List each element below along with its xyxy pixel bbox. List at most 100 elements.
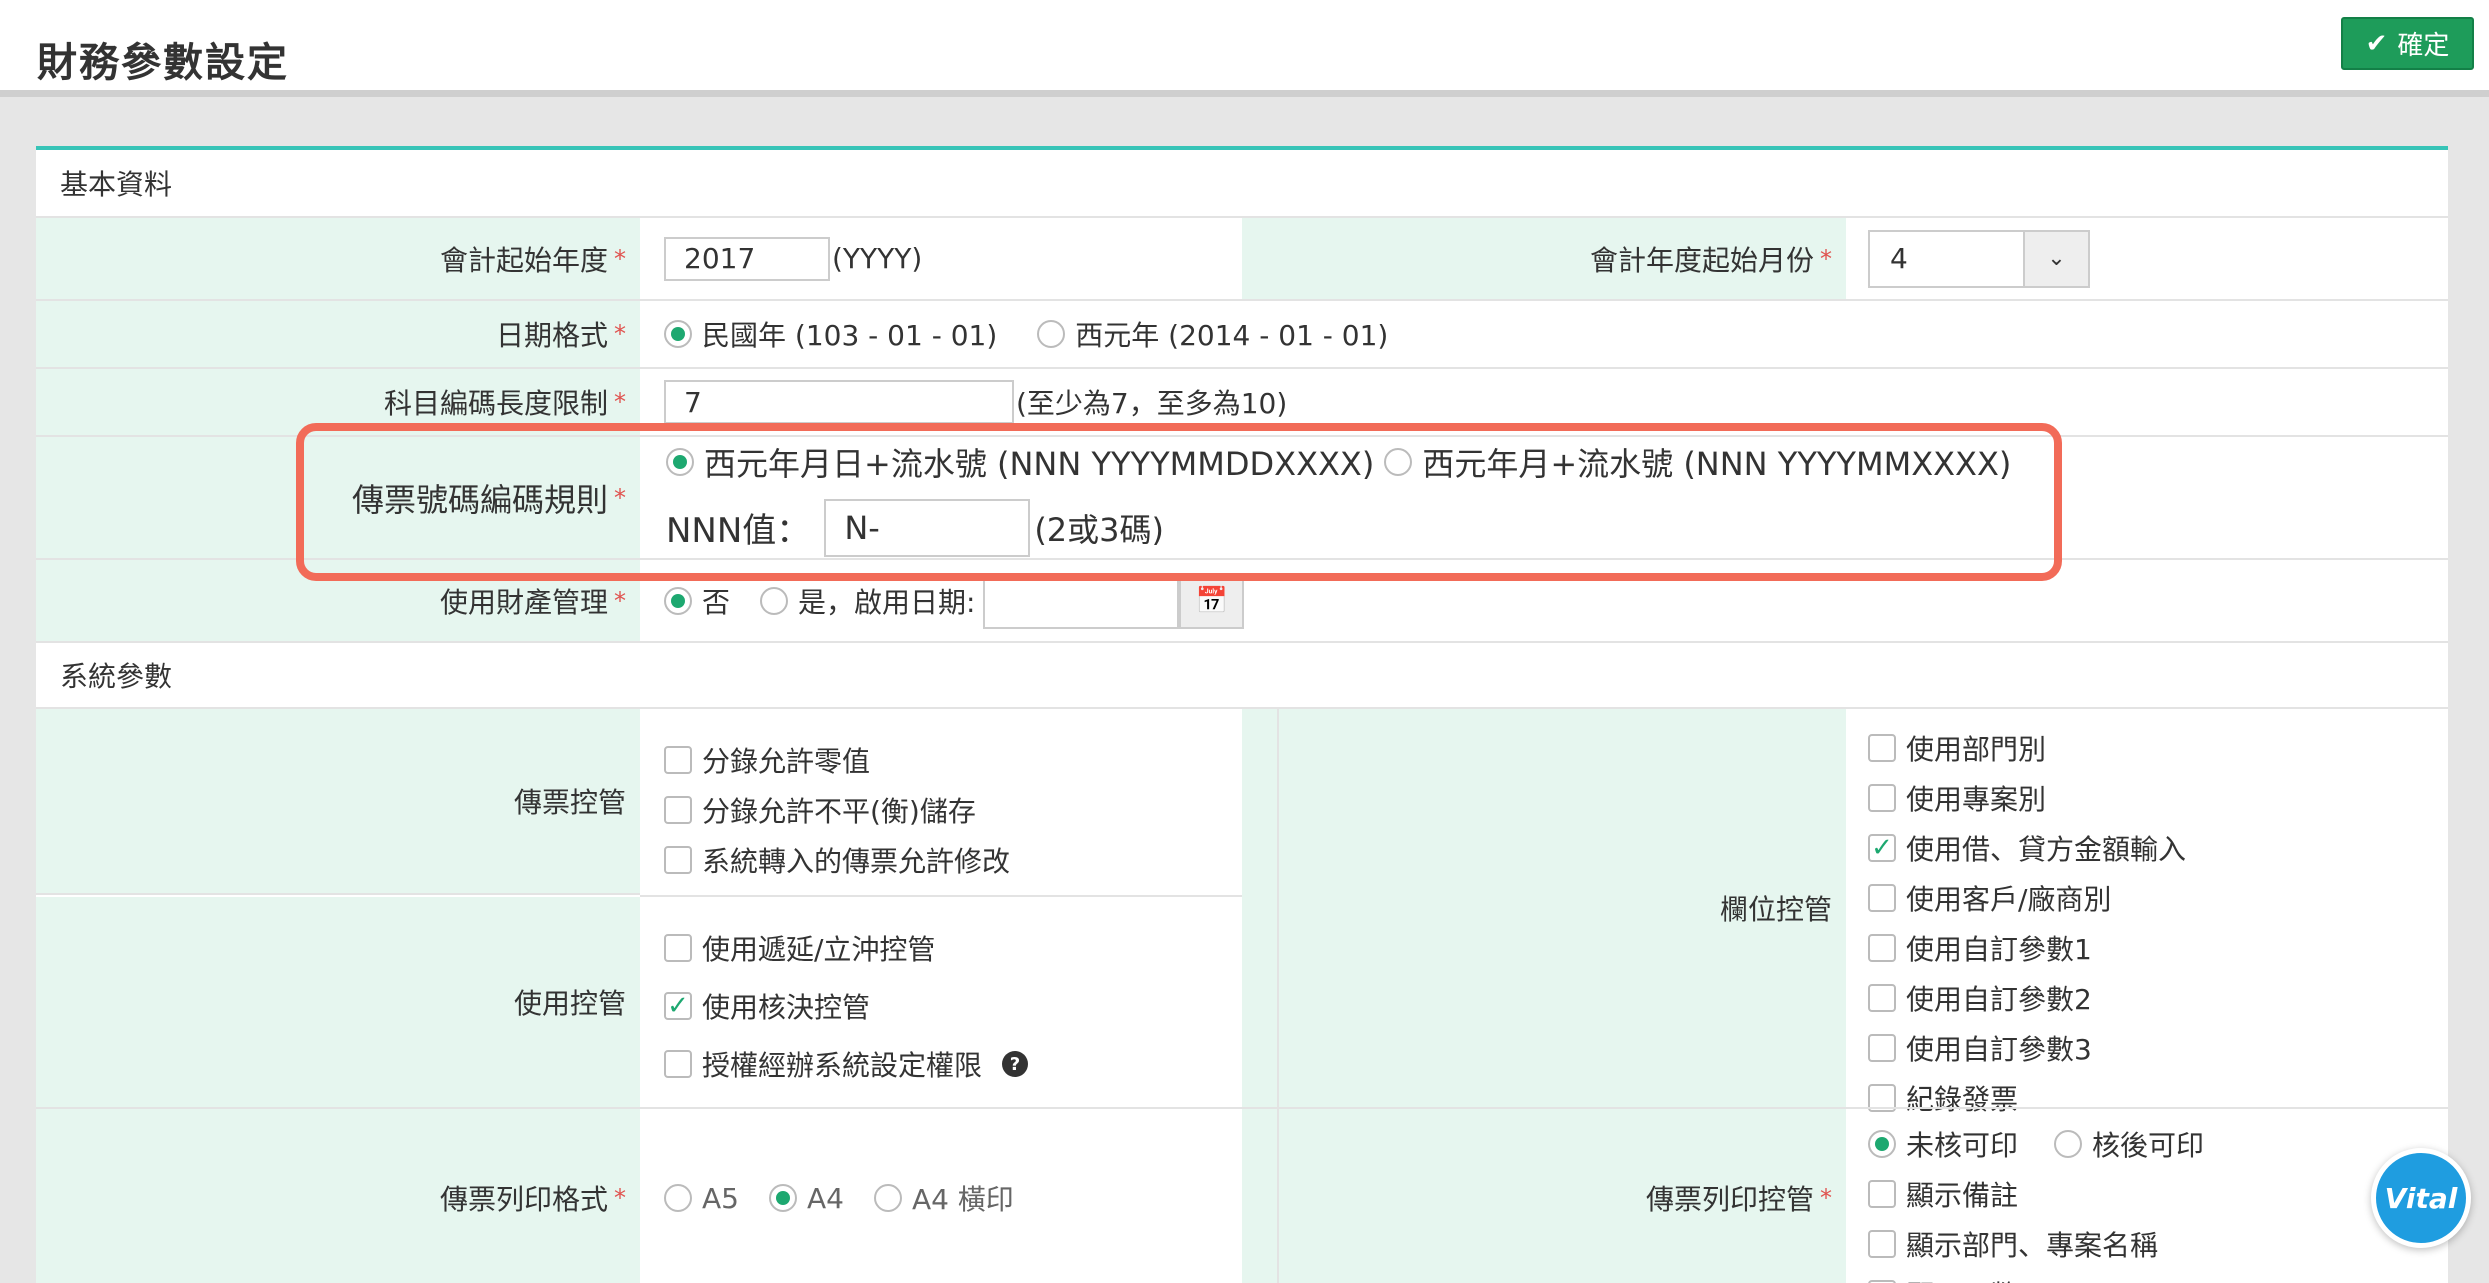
asset-start-date-input[interactable]	[983, 572, 1180, 629]
date-format-label: 日期格式 *	[36, 301, 640, 367]
checkbox[interactable]	[664, 796, 692, 824]
section-system: 系統參數	[36, 643, 2448, 709]
vital-logo-badge[interactable]: Vital	[2371, 1148, 2471, 1248]
voucher-rule-option-ym[interactable]: 西元年月+流水號 (NNN YYYYMMXXXX)	[1384, 439, 2011, 485]
checkbox[interactable]	[664, 746, 692, 774]
voucher-control-item[interactable]: 系統轉入的傳票允許修改	[664, 840, 1010, 880]
checkbox[interactable]	[1868, 1180, 1896, 1208]
field-control-item[interactable]: 使用自訂參數2	[1868, 978, 2186, 1018]
radio-selected[interactable]	[768, 1184, 797, 1212]
top-bar: 財務參數設定 ✔ 確定	[0, 0, 2489, 97]
account-code-length-input[interactable]: 7	[664, 380, 1014, 424]
radio-unselected[interactable]	[2054, 1130, 2083, 1158]
voucher-control-label: 傳票控管	[36, 709, 640, 895]
date-format-options: 民國年 (103 - 01 - 01) 西元年 (2014 - 01 - 01)	[664, 301, 1388, 367]
print-format-option-a5[interactable]: A5	[664, 1182, 739, 1215]
radio-unselected[interactable]	[1037, 320, 1066, 348]
print-control-option-unapproved[interactable]: 未核可印	[1868, 1124, 2018, 1164]
checkbox[interactable]	[664, 1050, 692, 1078]
radio-selected[interactable]	[666, 447, 694, 476]
field-control-item[interactable]: 使用客戶/廠商別	[1868, 878, 2186, 918]
radio-selected[interactable]	[664, 586, 692, 615]
page-title: 財務參數設定	[37, 40, 289, 86]
print-control-radio-group: 未核可印 核後可印	[1868, 1124, 2204, 1164]
radio-unselected[interactable]	[760, 586, 789, 615]
date-format-option-roc[interactable]: 民國年 (103 - 01 - 01)	[664, 314, 997, 354]
field-control-item[interactable]: 紀錄發票	[1868, 1078, 2186, 1118]
voucher-rule-options: 西元年月日+流水號 (NNN YYYYMMDDXXXX) 西元年月+流水號 (N…	[666, 439, 2011, 485]
print-control-item[interactable]: 顯示部門、專案名稱	[1868, 1224, 2204, 1264]
radio-selected[interactable]	[1868, 1130, 1896, 1158]
checkbox[interactable]	[1868, 734, 1896, 762]
asset-management-option-no[interactable]: 否	[664, 581, 730, 621]
field-control-label: 欄位控管	[1242, 709, 1846, 1107]
checkbox[interactable]	[1868, 934, 1896, 962]
fiscal-start-month-label: 會計年度起始月份 *	[1242, 218, 1846, 299]
chevron-down-icon[interactable]: ⌄	[2023, 231, 2088, 286]
checkbox[interactable]	[1868, 884, 1896, 912]
fiscal-start-month-value: 4 ⌄	[1868, 218, 2090, 299]
voucher-rule-option-ymd[interactable]: 西元年月日+流水號 (NNN YYYYMMDDXXXX)	[666, 439, 1374, 485]
field-control-item[interactable]: ✓ 使用借、貸方金額輸入	[1868, 828, 2186, 868]
checkbox[interactable]	[1868, 984, 1896, 1012]
asset-management-label: 使用財產管理 *	[36, 560, 640, 641]
help-icon[interactable]: ?	[1002, 1051, 1029, 1077]
print-control-option-approved[interactable]: 核後可印	[2054, 1124, 2204, 1164]
print-control-item[interactable]: 顯示備註	[1868, 1174, 2204, 1214]
print-control-label: 傳票列印控管 *	[1242, 1109, 1846, 1283]
field-control-options: 使用部門別 使用專案別 ✓ 使用借、貸方金額輸入 使用客戶/廠商別 使用自訂參數…	[1868, 728, 2186, 1118]
checkbox[interactable]	[1868, 1230, 1896, 1258]
print-format-option-a4-landscape[interactable]: A4 橫印	[873, 1178, 1014, 1218]
row-asset-management: 使用財產管理 * 否 是，啟用日期: 📅	[36, 560, 2448, 643]
section-title-basic: 基本資料	[36, 150, 2448, 216]
section-title-system: 系統參數	[36, 643, 2448, 707]
nnn-value-input[interactable]: N-	[824, 498, 1031, 557]
checkbox[interactable]	[1868, 1034, 1896, 1062]
nnn-value-hint: (2或3碼)	[1034, 510, 1165, 549]
print-format-label: 傳票列印格式 *	[36, 1109, 640, 1283]
usage-control-item[interactable]: 授權經辦系統設定權限 ?	[664, 1044, 1029, 1084]
voucher-number-rule-label: 傳票號碼編碼規則 *	[36, 437, 640, 558]
print-control-options: 未核可印 核後可印 顯示備註 顯示部門、專案名稱 顯示原幣	[1868, 1124, 2204, 1283]
fiscal-start-month-select[interactable]: 4 ⌄	[1868, 229, 2090, 288]
confirm-button[interactable]: ✔ 確定	[2341, 17, 2474, 70]
field-control-item[interactable]: 使用自訂參數1	[1868, 928, 2186, 968]
fiscal-start-year-input[interactable]: 2017	[664, 236, 830, 281]
voucher-control-item[interactable]: 分錄允許不平(衡)儲存	[664, 790, 1010, 830]
field-control-item[interactable]: 使用專案別	[1868, 778, 2186, 818]
section-basic: 基本資料	[36, 150, 2448, 218]
date-format-option-western[interactable]: 西元年 (2014 - 01 - 01)	[1037, 314, 1388, 354]
usage-control-item[interactable]: ✓ 使用核決控管	[664, 986, 1028, 1026]
print-format-option-a4[interactable]: A4	[768, 1182, 844, 1215]
checkbox[interactable]	[664, 934, 692, 962]
nnn-value-group: NNN值： N- (2或3碼)	[666, 498, 1165, 557]
field-control-item[interactable]: 使用部門別	[1868, 728, 2186, 768]
checkbox[interactable]	[1868, 784, 1896, 812]
divider	[640, 895, 1278, 897]
checkbox[interactable]	[664, 846, 692, 874]
radio-unselected[interactable]	[664, 1184, 692, 1212]
radio-unselected[interactable]	[873, 1184, 902, 1212]
nnn-value-label: NNN值：	[666, 511, 811, 551]
account-code-length-label: 科目編碼長度限制 *	[36, 369, 640, 435]
fiscal-start-year-hint: (YYYY)	[832, 242, 923, 275]
column-divider	[1277, 709, 1279, 1283]
checkbox-checked[interactable]: ✓	[664, 992, 692, 1020]
row-voucher-number-rule: 傳票號碼編碼規則 * 西元年月日+流水號 (NNN YYYYMMDDXXXX) 西…	[36, 437, 2448, 560]
voucher-number-rule-value: 西元年月日+流水號 (NNN YYYYMMDDXXXX) 西元年月+流水號 (N…	[666, 437, 2011, 558]
checkbox-checked[interactable]: ✓	[1868, 834, 1896, 862]
print-control-item[interactable]: 顯示原幣	[1868, 1274, 2204, 1283]
print-format-options: A5 A4 A4 橫印	[664, 1109, 1014, 1283]
radio-selected[interactable]	[664, 320, 692, 348]
checkmark-icon: ✔	[2365, 28, 2388, 59]
voucher-control-item[interactable]: 分錄允許零值	[664, 740, 1010, 780]
voucher-control-options: 分錄允許零值 分錄允許不平(衡)儲存 系統轉入的傳票允許修改	[664, 740, 1010, 880]
asset-management-option-yes[interactable]: 是，啟用日期:	[760, 581, 975, 621]
account-code-length-value: 7 (至少為7，至多為10)	[664, 369, 1287, 435]
usage-control-item[interactable]: 使用遞延/立沖控管	[664, 928, 1028, 968]
asset-management-value: 否 是，啟用日期: 📅	[664, 560, 1245, 641]
usage-control-label: 使用控管	[36, 897, 640, 1107]
field-control-item[interactable]: 使用自訂參數3	[1868, 1028, 2186, 1068]
calendar-icon[interactable]: 📅	[1179, 572, 1245, 629]
radio-unselected[interactable]	[1384, 447, 1413, 476]
